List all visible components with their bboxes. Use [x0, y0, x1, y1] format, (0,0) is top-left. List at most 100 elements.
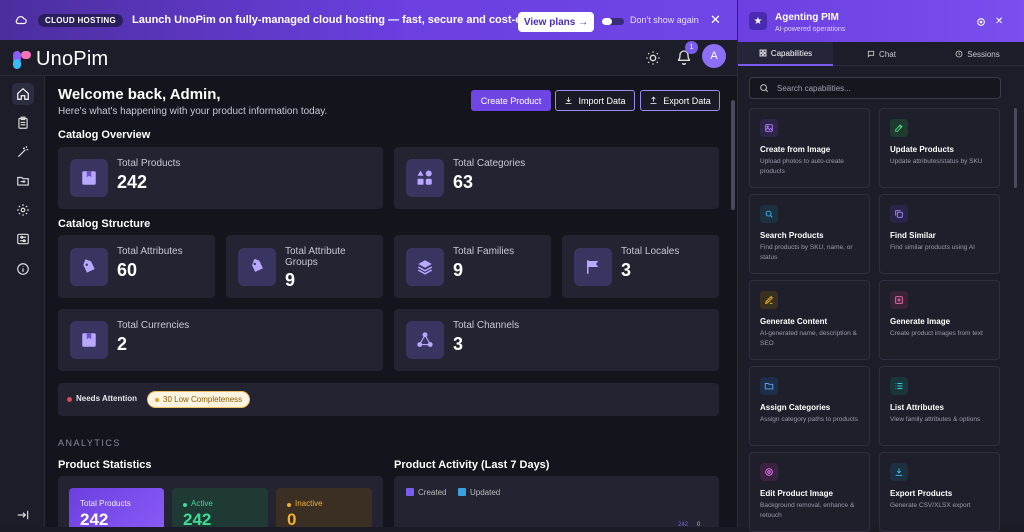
edit-icon	[890, 119, 908, 137]
capability-description: Find products by SKU, name, or status	[760, 244, 853, 261]
agent-panel: ★ Agenting PIM AI-powered operations ✕ C…	[737, 0, 1024, 532]
cloud-hosting-pill: CLOUD HOSTING	[38, 13, 124, 27]
capability-card[interactable]: Generate Content AI-generated name, descr…	[749, 280, 870, 360]
sidebar	[0, 76, 45, 527]
pen-icon	[760, 291, 778, 309]
box-icon	[70, 321, 108, 359]
tab-chat[interactable]: Chat	[834, 42, 929, 66]
stat-label: Total Products	[80, 499, 131, 508]
copy-icon	[890, 205, 908, 223]
stat-total-products[interactable]: Total Products 242	[69, 488, 164, 527]
total-attributes-card[interactable]: Total Attributes 60	[58, 235, 215, 298]
card-label: Total Locales	[621, 246, 680, 257]
capability-description: Background removal, enhance & retouch	[760, 502, 855, 519]
folder-transfer-icon	[17, 176, 29, 186]
create-product-button[interactable]: Create Product	[471, 90, 551, 111]
total-locales-card[interactable]: Total Locales 3	[562, 235, 719, 298]
panel-scrollbar[interactable]	[1014, 108, 1017, 188]
stat-label: Active	[191, 499, 213, 508]
sidebar-item-data-transfer[interactable]	[12, 170, 34, 192]
product-activity-heading: Product Activity (Last 7 Days)	[394, 459, 550, 471]
search-icon	[760, 84, 769, 93]
close-icon[interactable]: ✕	[995, 16, 1003, 27]
sidebar-item-help[interactable]	[12, 258, 34, 280]
low-completeness-badge[interactable]: 30 Low Completeness	[147, 391, 251, 408]
sidebar-item-settings[interactable]	[12, 199, 34, 221]
target-icon	[760, 463, 778, 481]
collapse-icon	[17, 510, 29, 520]
logo-text: UnoPim	[36, 48, 109, 70]
capability-card[interactable]: Update Products Update attributes/status …	[879, 108, 1000, 188]
capability-card[interactable]: Generate Image Create product images from…	[879, 280, 1000, 360]
total-families-card[interactable]: Total Families 9	[394, 235, 551, 298]
analytics-heading: ANALYTICS	[58, 438, 121, 448]
tab-label: Capabilities	[770, 48, 813, 58]
unopim-logo[interactable]: UnoPim	[12, 48, 108, 71]
top-bar: UnoPim	[0, 40, 737, 76]
banner-close-icon[interactable]: ✕	[710, 12, 721, 28]
capabilities-search[interactable]	[749, 77, 1001, 99]
total-currencies-card[interactable]: Total Currencies 2	[58, 309, 383, 371]
settings-icon[interactable]	[976, 17, 986, 27]
stat-active[interactable]: Active 242	[172, 488, 268, 527]
stat-value: 242	[80, 510, 109, 527]
sidebar-item-configuration[interactable]	[12, 228, 34, 250]
clipboard-icon	[18, 116, 28, 129]
capability-card[interactable]: Export Products Generate CSV/XLSX export	[879, 452, 1000, 532]
capability-card[interactable]: Assign Categories Assign category paths t…	[749, 366, 870, 446]
gear-icon	[17, 204, 29, 216]
import-data-button[interactable]: Import Data	[555, 90, 635, 111]
capability-card[interactable]: List Attributes View family attributes & …	[879, 366, 1000, 446]
image-icon	[760, 119, 778, 137]
network-icon	[406, 321, 444, 359]
sidebar-item-catalog[interactable]	[12, 112, 34, 134]
chat-icon	[867, 50, 875, 58]
card-value: 2	[117, 334, 128, 354]
card-label: Total Products	[117, 158, 181, 169]
legend-updated-swatch	[458, 488, 466, 496]
capability-title: Export Products	[890, 489, 953, 498]
main-scrollbar[interactable]	[731, 100, 735, 210]
card-label: Total Channels	[453, 320, 520, 331]
sun-icon[interactable]	[645, 50, 661, 66]
total-attribute-groups-card[interactable]: Total Attribute Groups 9	[226, 235, 383, 298]
capability-card[interactable]: Edit Product Image Background removal, en…	[749, 452, 870, 532]
capability-description: Generate CSV/XLSX export	[890, 502, 971, 509]
total-channels-card[interactable]: Total Channels 3	[394, 309, 719, 371]
sidebar-item-magic[interactable]	[12, 141, 34, 163]
tab-capabilities[interactable]: Capabilities	[738, 42, 833, 66]
stat-inactive[interactable]: Inactive 0	[276, 488, 372, 527]
export-data-label: Export Data	[663, 95, 711, 106]
card-label: Total Categories	[453, 158, 526, 169]
product-activity-chart: Created Updated 242 0	[394, 476, 719, 527]
sidebar-item-dashboard[interactable]	[12, 83, 34, 105]
info-icon	[17, 263, 29, 275]
capability-title: Generate Image	[890, 317, 951, 326]
collapse-sidebar-button[interactable]	[12, 504, 34, 526]
card-value: 9	[285, 270, 296, 290]
layers-icon	[406, 248, 444, 286]
tab-sessions[interactable]: Sessions	[930, 42, 1024, 66]
clock-icon	[955, 50, 963, 58]
capability-card[interactable]: Create from Image Upload photos to auto-c…	[749, 108, 870, 188]
upload-icon	[650, 96, 657, 104]
catalog-overview-heading: Catalog Overview	[58, 129, 151, 141]
agent-panel-subtitle: AI-powered operations	[775, 26, 846, 33]
capability-card[interactable]: Find Similar Find similar products using …	[879, 194, 1000, 274]
chart-tick-label-zero: 0	[697, 522, 701, 527]
capabilities-search-input[interactable]	[777, 83, 997, 93]
total-products-card[interactable]: Total Products 242	[58, 147, 383, 209]
page-subtitle: Here's what's happening with your produc…	[58, 106, 328, 117]
view-plans-button[interactable]: View plans →	[518, 12, 594, 32]
dont-show-toggle[interactable]	[602, 18, 624, 25]
total-categories-card[interactable]: Total Categories 63	[394, 147, 719, 209]
import-data-label: Import Data	[578, 95, 626, 106]
notification-badge: 1	[685, 41, 698, 54]
export-data-button[interactable]: Export Data	[640, 90, 720, 111]
warning-dot-icon	[155, 397, 159, 402]
capability-description: Assign category paths to products	[760, 416, 858, 423]
avatar[interactable]: A	[702, 44, 726, 68]
card-label: Total Attributes	[117, 246, 183, 257]
capability-description: Update attributes/status by SKU	[890, 158, 983, 165]
capability-card[interactable]: Search Products Find products by SKU, nam…	[749, 194, 870, 274]
